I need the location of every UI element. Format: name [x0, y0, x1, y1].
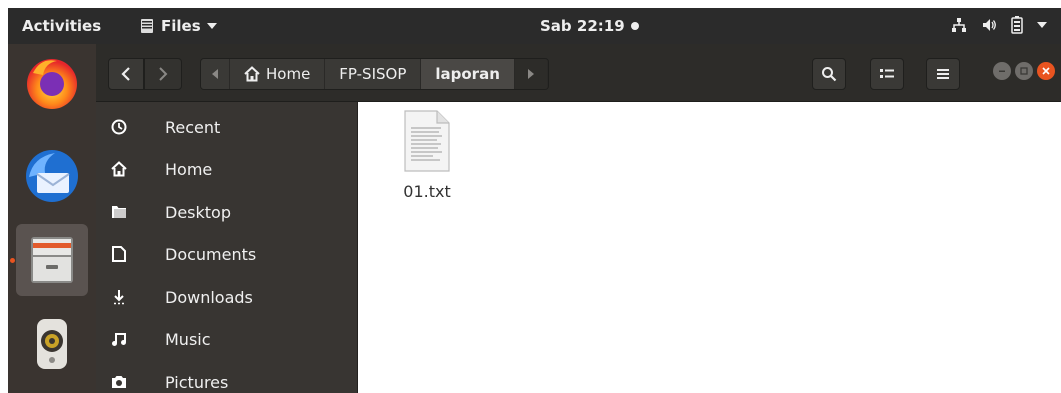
- chevron-right-icon: [159, 67, 168, 81]
- sidebar-item-label: Documents: [165, 244, 257, 264]
- app-menu[interactable]: Files: [139, 17, 217, 35]
- clock[interactable]: Sab 22:19: [540, 17, 639, 35]
- folder-icon: [110, 203, 128, 221]
- music-icon: [110, 330, 128, 348]
- camera-icon: [110, 373, 128, 391]
- sidebar-item-label: Desktop: [165, 202, 231, 222]
- dock-rhythmbox[interactable]: [16, 308, 88, 380]
- sidebar-item-desktop[interactable]: Desktop: [96, 191, 358, 233]
- minimize-icon: [999, 70, 1005, 72]
- dock-firefox[interactable]: [16, 46, 88, 118]
- home-icon: [110, 160, 128, 178]
- firefox-icon: [27, 59, 77, 109]
- arrow-left-icon: [212, 69, 218, 79]
- minimize-button[interactable]: [993, 62, 1011, 80]
- breadcrumb-scroll-right[interactable]: [514, 59, 548, 89]
- file-view: 01.txt: [358, 102, 1061, 393]
- view-toggle-button[interactable]: [870, 58, 904, 90]
- search-button[interactable]: [812, 58, 846, 90]
- system-tray[interactable]: [951, 16, 1047, 34]
- download-icon: [110, 288, 128, 306]
- sidebar-item-label: Home: [165, 159, 213, 179]
- chevron-down-icon: [206, 23, 217, 29]
- clock-label: Sab 22:19: [540, 17, 625, 35]
- document-icon: [110, 245, 128, 263]
- sidebar-item-label: Music: [165, 329, 211, 349]
- close-button[interactable]: [1037, 62, 1055, 80]
- close-icon: [1042, 67, 1050, 75]
- sidebar-item-label: Recent: [165, 117, 221, 137]
- sidebar-item-pictures[interactable]: Pictures: [96, 361, 358, 393]
- dock-files[interactable]: [10, 224, 88, 296]
- speaker-icon: [37, 319, 67, 369]
- breadcrumb-laporan-label: laporan: [435, 65, 500, 83]
- sidebar-item-home[interactable]: Home: [96, 148, 358, 190]
- files-cabinet-icon: [141, 19, 153, 33]
- sidebar-item-label: Downloads: [165, 287, 253, 307]
- list-view-icon: [880, 69, 894, 78]
- file-name: 01.txt: [403, 182, 451, 201]
- maximize-icon: [1020, 67, 1028, 75]
- places-sidebar: Recent Home Desktop Documents Downloads …: [96, 102, 358, 393]
- file-cabinet-icon: [31, 237, 73, 283]
- home-icon: [244, 66, 260, 82]
- activities-button[interactable]: Activities: [22, 17, 101, 35]
- app-menu-label: Files: [161, 17, 201, 35]
- file-item[interactable]: 01.txt: [392, 110, 462, 201]
- menu-button[interactable]: [926, 58, 960, 90]
- sidebar-item-label: Pictures: [165, 372, 229, 392]
- breadcrumb: Home FP-SISOP laporan: [200, 58, 549, 90]
- breadcrumb-home[interactable]: Home: [230, 59, 326, 89]
- battery-icon: [1011, 16, 1023, 34]
- sidebar-item-documents[interactable]: Documents: [96, 233, 358, 275]
- top-panel: Activities Files Sab 22:19: [8, 8, 1061, 44]
- forward-button[interactable]: [144, 58, 182, 90]
- breadcrumb-laporan[interactable]: laporan: [421, 59, 515, 89]
- volume-icon: [983, 19, 996, 31]
- back-button[interactable]: [108, 58, 144, 90]
- system-menu-chevron-icon: [1037, 22, 1047, 28]
- hamburger-menu-icon: [937, 69, 949, 79]
- maximize-button[interactable]: [1015, 62, 1033, 80]
- header-bar: Home FP-SISOP laporan: [96, 44, 1061, 102]
- dock-thunderbird[interactable]: [16, 140, 88, 212]
- notification-dot-icon: [630, 22, 639, 30]
- breadcrumb-fp-sisop[interactable]: FP-SISOP: [325, 59, 422, 89]
- sidebar-item-downloads[interactable]: Downloads: [96, 276, 358, 318]
- arrow-right-icon: [527, 69, 534, 79]
- dock: [8, 44, 96, 393]
- breadcrumb-fp-sisop-label: FP-SISOP: [339, 65, 407, 83]
- search-icon: [822, 67, 837, 82]
- chevron-left-icon: [121, 67, 130, 81]
- breadcrumb-scroll-left[interactable]: [201, 59, 230, 89]
- running-indicator-icon: [10, 258, 15, 263]
- network-icon: [952, 18, 966, 32]
- window-controls: [993, 62, 1055, 80]
- clock-icon: [110, 118, 128, 136]
- thunderbird-icon: [26, 150, 78, 202]
- sidebar-item-recent[interactable]: Recent: [96, 106, 358, 148]
- breadcrumb-home-label: Home: [266, 65, 311, 83]
- sidebar-item-music[interactable]: Music: [96, 318, 358, 360]
- text-file-icon: [404, 110, 450, 172]
